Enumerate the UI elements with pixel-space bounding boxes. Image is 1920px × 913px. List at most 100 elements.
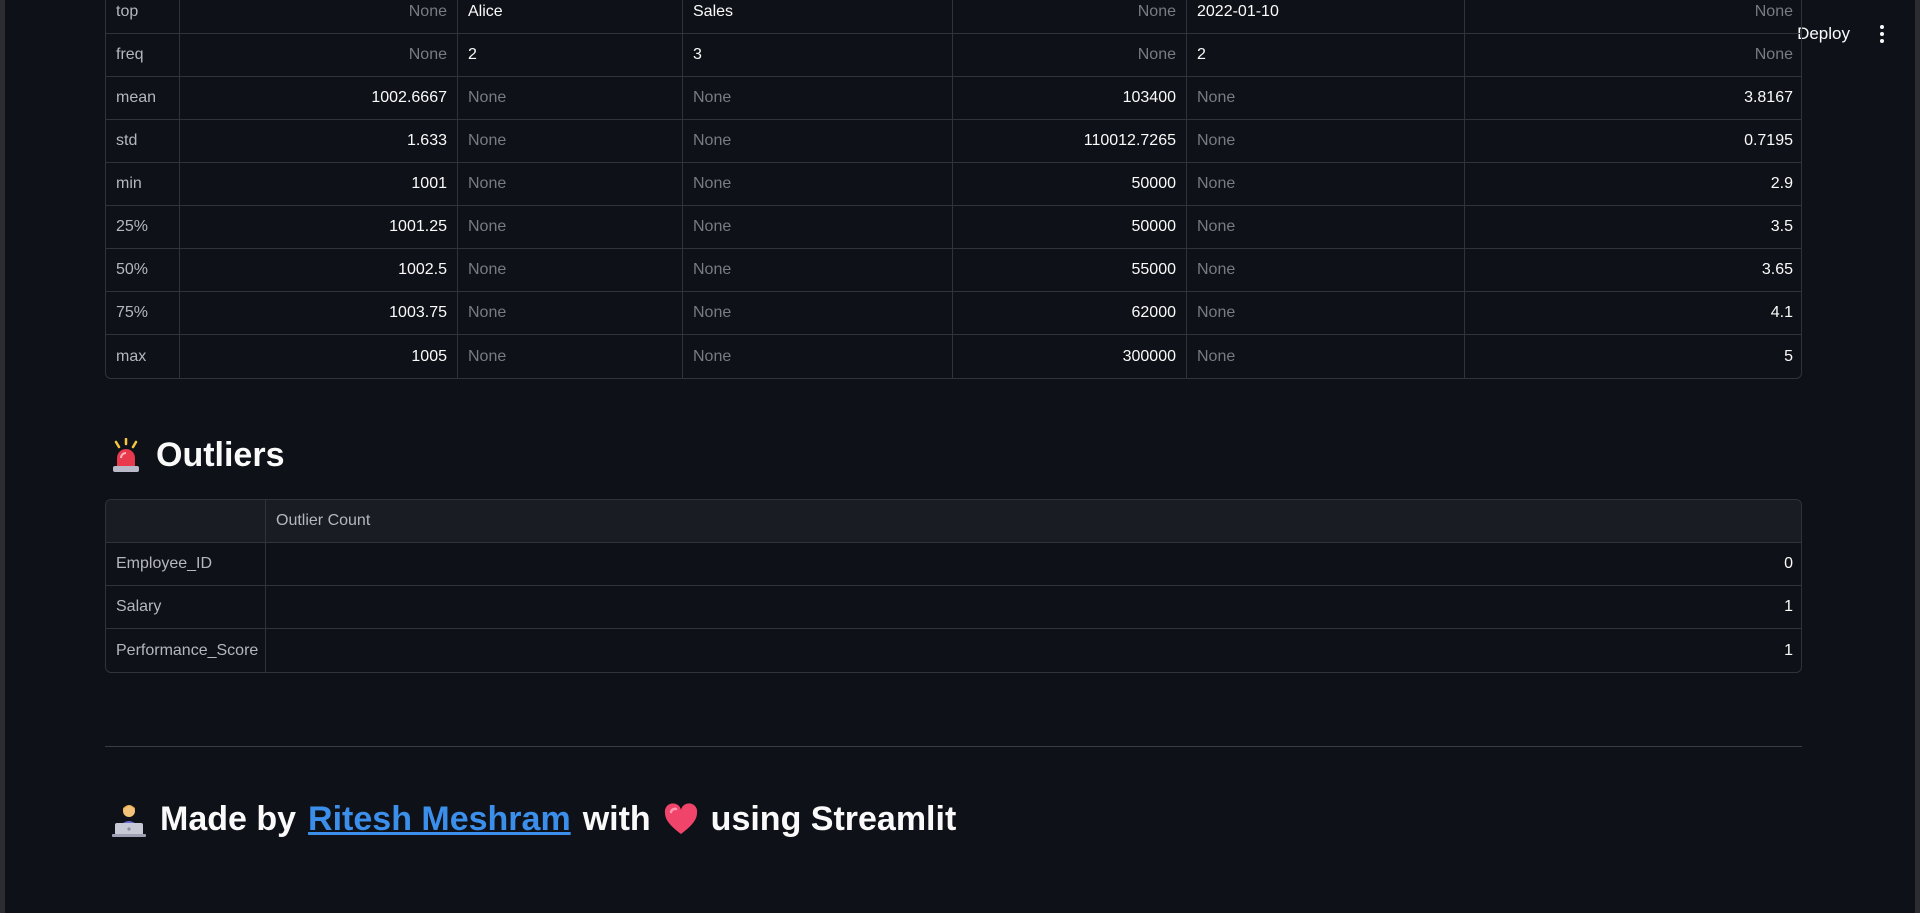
table-cell: 1002.5 bbox=[180, 249, 458, 292]
table-cell: None bbox=[953, 0, 1187, 34]
footer: Made by Ritesh Meshram with using Stream… bbox=[110, 800, 956, 839]
table-cell: 3.8167 bbox=[1465, 77, 1801, 120]
table-row: std 1.633 None None 110012.7265 None 0.7195 bbox=[106, 120, 1801, 163]
table-cell: 1003.75 bbox=[180, 292, 458, 335]
table-cell: None bbox=[458, 335, 683, 378]
table-cell: None bbox=[1187, 249, 1465, 292]
outliers-title: Outliers bbox=[156, 436, 285, 474]
table-cell: None bbox=[953, 34, 1187, 77]
row-index-label: mean bbox=[106, 77, 180, 120]
table-cell: 3.5 bbox=[1465, 206, 1801, 249]
table-cell: None bbox=[458, 292, 683, 335]
table-row: mean 1002.6667 None None 103400 None 3.8167 bbox=[106, 77, 1801, 120]
table-cell: 1001.25 bbox=[180, 206, 458, 249]
table-cell: None bbox=[1187, 120, 1465, 163]
table-cell: None bbox=[683, 249, 953, 292]
table-row: Salary 1 bbox=[106, 586, 1801, 629]
table-cell: 110012.7265 bbox=[953, 120, 1187, 163]
siren-icon bbox=[113, 437, 139, 472]
divider bbox=[105, 746, 1802, 747]
index-header bbox=[106, 500, 266, 543]
table-cell: None bbox=[180, 0, 458, 34]
row-index-label: freq bbox=[106, 34, 180, 77]
footer-middle: with bbox=[582, 800, 651, 838]
table-row: top None Alice Sales None 2022-01-10 None bbox=[106, 0, 1801, 34]
footer-prefix: Made by bbox=[160, 800, 297, 838]
row-index-label: min bbox=[106, 163, 180, 206]
table-cell: 3 bbox=[683, 34, 953, 77]
outliers-table: Outlier Count Employee_ID 0 Salary 1 Perform… bbox=[105, 499, 1802, 673]
table-cell: 300000 bbox=[953, 335, 1187, 378]
table-cell: None bbox=[458, 163, 683, 206]
table-cell: 1001 bbox=[180, 163, 458, 206]
table-row: Employee_ID 0 bbox=[106, 543, 1801, 586]
table-cell: None bbox=[683, 77, 953, 120]
table-cell: 55000 bbox=[953, 249, 1187, 292]
row-index-label: std bbox=[106, 120, 180, 163]
table-cell: 62000 bbox=[953, 292, 1187, 335]
table-row: freq None 2 3 None 2 None bbox=[106, 34, 1801, 77]
table-cell: 2 bbox=[458, 34, 683, 77]
outlier-count-cell: 1 bbox=[1784, 641, 1793, 659]
table-row: Performance_Score 1 bbox=[106, 629, 1801, 672]
heart-icon bbox=[664, 802, 697, 834]
table-row: 50% 1002.5 None None 55000 None 3.65 bbox=[106, 249, 1801, 292]
table-cell: 3.65 bbox=[1465, 249, 1801, 292]
outliers-heading: Outliers bbox=[110, 436, 284, 475]
table-cell: None bbox=[458, 120, 683, 163]
table-header-row: Outlier Count bbox=[106, 500, 1801, 543]
row-index-label: Employee_ID bbox=[106, 543, 266, 586]
table-cell: None bbox=[180, 34, 458, 77]
table-cell: 2.9 bbox=[1465, 163, 1801, 206]
deploy-button[interactable]: Deploy bbox=[1797, 20, 1850, 48]
table-cell: None bbox=[1187, 77, 1465, 120]
more-vertical-icon[interactable] bbox=[1872, 20, 1892, 48]
table-cell: None bbox=[1465, 0, 1801, 34]
technologist-icon bbox=[112, 804, 146, 837]
table-cell: None bbox=[458, 77, 683, 120]
table-row: max 1005 None None 300000 None 5 bbox=[106, 335, 1801, 378]
table-cell: Sales bbox=[683, 0, 953, 34]
table-row: min 1001 None None 50000 None 2.9 bbox=[106, 163, 1801, 206]
describe-table: top None Alice Sales None 2022-01-10 None freq N… bbox=[105, 0, 1802, 379]
row-index-label: top bbox=[106, 0, 180, 34]
table-cell: 1002.6667 bbox=[180, 77, 458, 120]
author-link[interactable]: Ritesh Meshram bbox=[308, 800, 571, 839]
table-cell: 103400 bbox=[953, 77, 1187, 120]
table-cell: None bbox=[1187, 292, 1465, 335]
column-header-outlier-count[interactable]: Outlier Count bbox=[266, 500, 1801, 543]
outlier-count-cell: 1 bbox=[266, 586, 1801, 629]
table-row: 75% 1003.75 None None 62000 None 4.1 bbox=[106, 292, 1801, 335]
table-cell: None bbox=[1187, 206, 1465, 249]
table-cell: None bbox=[683, 163, 953, 206]
table-cell: None bbox=[683, 120, 953, 163]
table-row: 25% 1001.25 None None 50000 None 3.5 bbox=[106, 206, 1801, 249]
table-cell: None bbox=[683, 335, 953, 378]
table-cell: None bbox=[683, 292, 953, 335]
table-cell: 5 bbox=[1784, 347, 1793, 365]
table-cell: 2 bbox=[1187, 34, 1465, 77]
footer-suffix: using Streamlit bbox=[710, 800, 957, 838]
row-index-label: Performance_Score bbox=[106, 629, 266, 672]
row-index-label: Salary bbox=[106, 586, 266, 629]
table-cell: None bbox=[1187, 335, 1465, 378]
table-cell: 0.7195 bbox=[1465, 120, 1801, 163]
table-cell: None bbox=[458, 206, 683, 249]
row-index-label: 75% bbox=[106, 292, 180, 335]
table-cell: 4.1 bbox=[1465, 292, 1801, 335]
table-cell: 1.633 bbox=[180, 120, 458, 163]
table-cell: 2022-01-10 bbox=[1187, 0, 1465, 34]
table-cell: None bbox=[1465, 34, 1801, 77]
table-cell: 50000 bbox=[953, 206, 1187, 249]
table-cell: None bbox=[1187, 163, 1465, 206]
row-index-label: 50% bbox=[106, 249, 180, 292]
row-index-label: max bbox=[106, 335, 180, 378]
table-cell: None bbox=[683, 206, 953, 249]
app-header-actions: Deploy bbox=[1797, 20, 1892, 48]
table-cell: None bbox=[458, 249, 683, 292]
table-cell: 1005 bbox=[180, 335, 458, 378]
row-index-label: 25% bbox=[106, 206, 180, 249]
table-cell: Alice bbox=[458, 0, 683, 34]
outlier-count-cell: 0 bbox=[266, 543, 1801, 586]
table-cell: 50000 bbox=[953, 163, 1187, 206]
